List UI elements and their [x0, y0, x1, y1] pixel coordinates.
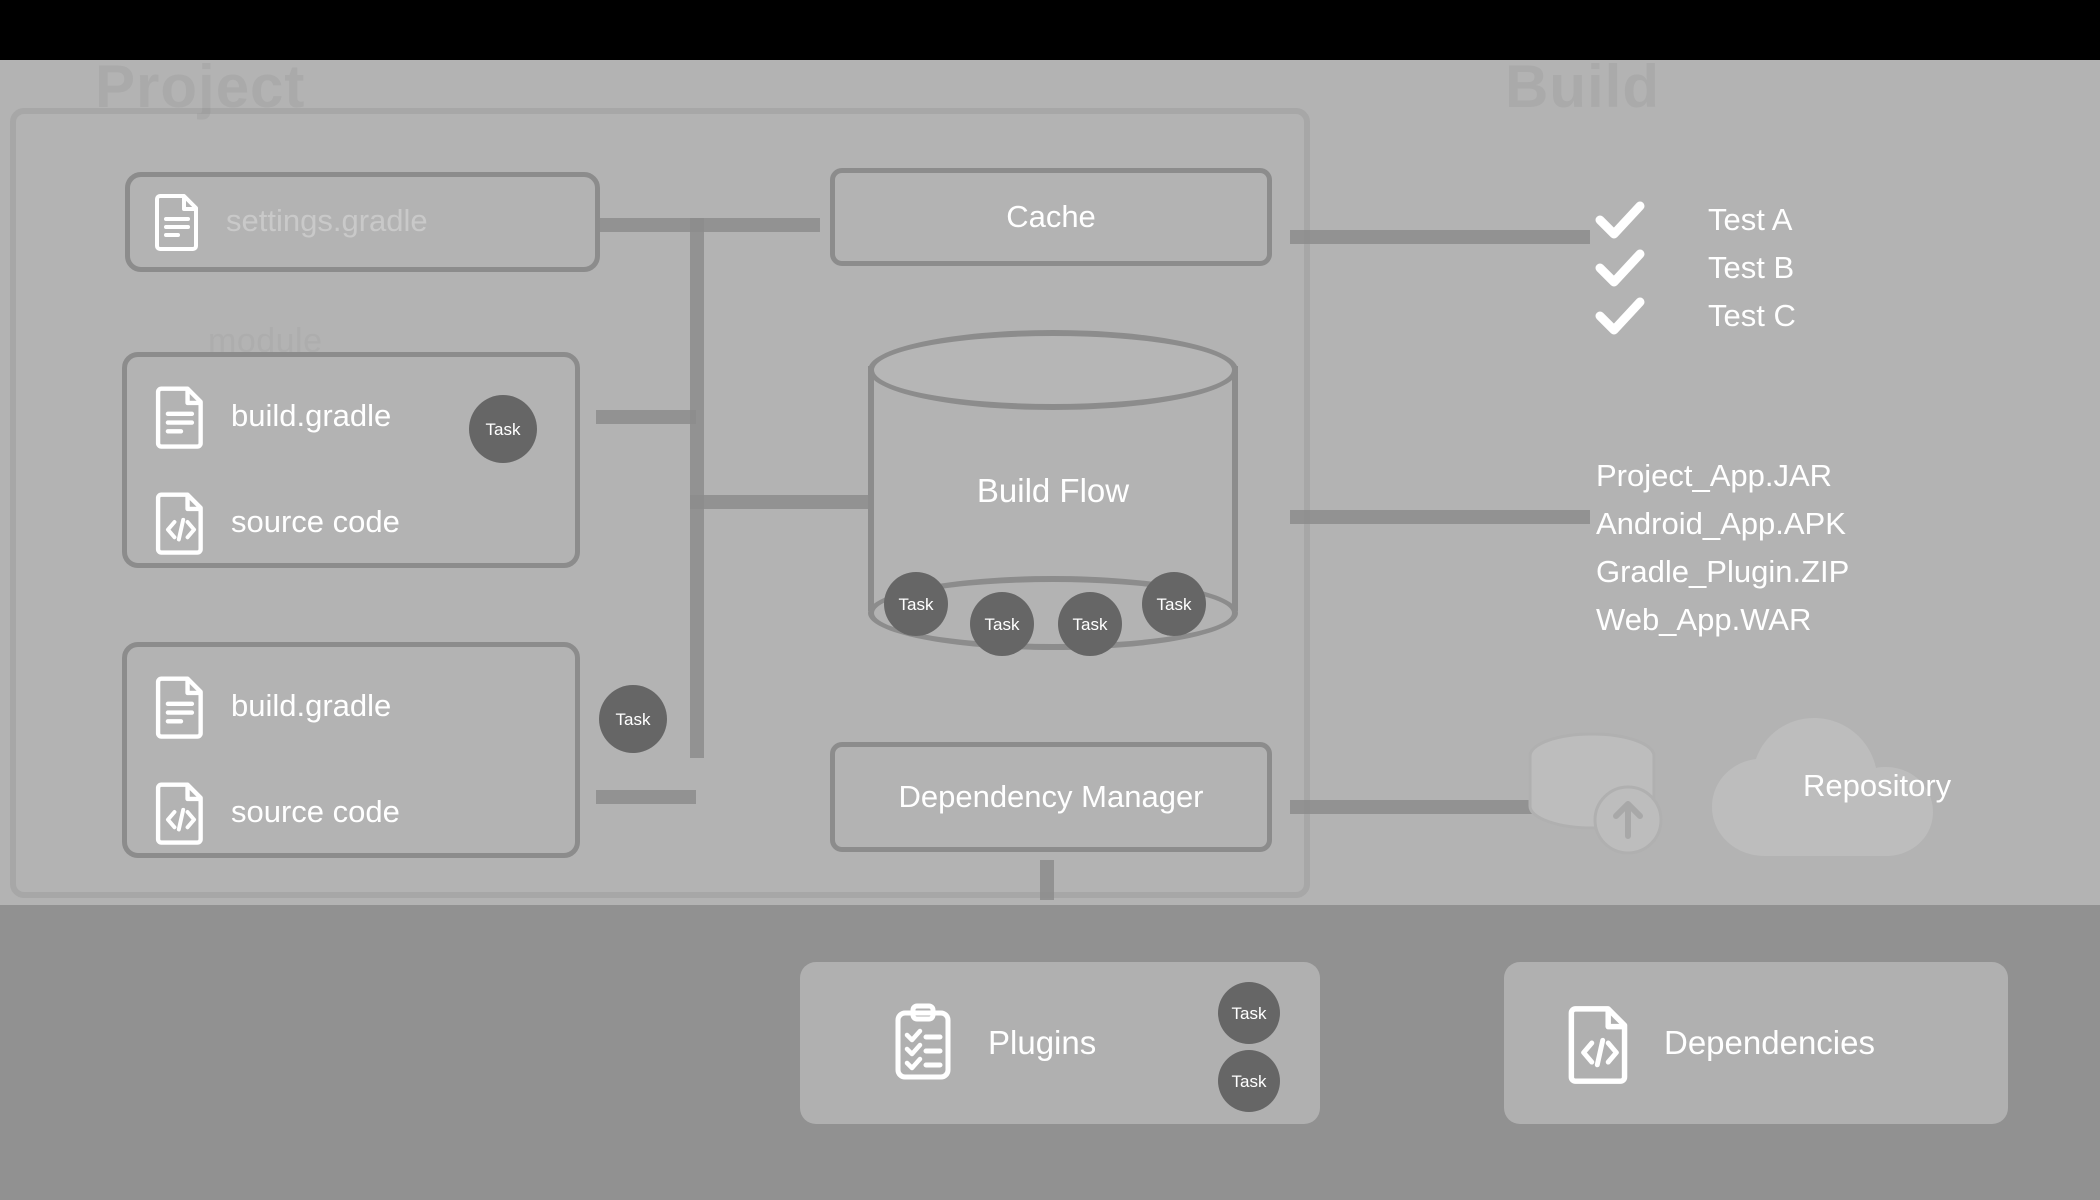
task-badge-label: Task — [898, 594, 934, 614]
plugins-task-2[interactable]: Task — [1218, 1050, 1280, 1112]
artifact-item: Project_App.JAR — [1596, 458, 1833, 493]
build-flow-task-2[interactable]: Task — [970, 592, 1034, 656]
build-title: Build — [1505, 53, 1660, 120]
artifact-item: Android_App.APK — [1596, 506, 1846, 541]
settings-gradle-card[interactable]: settings.gradle — [125, 172, 600, 272]
task-badge-label: Task — [485, 419, 521, 439]
test-row-b: Test B — [1595, 248, 1795, 288]
connector-module1-to-spine — [596, 410, 696, 424]
connector-vertical-spine — [690, 218, 704, 758]
connector-depmanager-to-repository — [1290, 800, 1550, 814]
task-badge-label: Task — [984, 614, 1020, 634]
plugins-task-1[interactable]: Task — [1218, 982, 1280, 1044]
module-card-1[interactable]: build.gradle source code Task — [122, 352, 580, 568]
cache-box[interactable]: Cache — [830, 168, 1272, 266]
connector-settings-to-cache — [600, 218, 820, 232]
module-1-source: source code — [231, 504, 400, 539]
plugins-card[interactable]: Plugins Task Task — [800, 962, 1320, 1124]
test-label: Test A — [1708, 202, 1793, 237]
test-row-a: Test A — [1595, 200, 1793, 240]
check-icon — [1595, 200, 1645, 240]
top-black-band — [0, 0, 2100, 60]
dependencies-label: Dependencies — [1664, 1024, 1875, 1061]
diagram-canvas: Project Build module settings.gradle bui… — [0, 0, 2100, 1200]
connector-depmanager-to-bottom — [1040, 860, 1054, 900]
build-flow-label: Build Flow — [976, 472, 1130, 509]
check-icon — [1595, 296, 1645, 336]
test-row-c: Test C — [1595, 296, 1796, 336]
code-file-icon — [155, 491, 205, 555]
artifact-item: Gradle_Plugin.ZIP — [1596, 554, 1850, 589]
settings-gradle-label: settings.gradle — [226, 203, 428, 238]
check-icon — [1595, 248, 1645, 288]
repository-label: Repository — [1803, 768, 1952, 803]
connector-cache-to-tests — [1290, 230, 1590, 244]
connector-module2-to-spine — [596, 790, 696, 804]
module-card-2[interactable]: build.gradle source code Task — [122, 642, 667, 858]
task-badge-label: Task — [1231, 1071, 1267, 1091]
connector-spine-to-buildflow — [690, 495, 870, 509]
task-badge-label: Task — [1072, 614, 1108, 634]
test-label: Test B — [1708, 250, 1795, 285]
document-icon — [155, 385, 205, 449]
build-flow-task-3[interactable]: Task — [1058, 592, 1122, 656]
build-flow-task-1[interactable]: Task — [884, 572, 948, 636]
code-file-icon — [155, 781, 205, 845]
test-label: Test C — [1708, 298, 1796, 333]
task-badge-label: Task — [615, 709, 651, 729]
module-2-build-file: build.gradle — [231, 688, 392, 723]
build-flow-task-4[interactable]: Task — [1142, 572, 1206, 636]
plugins-label: Plugins — [988, 1024, 1097, 1061]
module-1-build-file: build.gradle — [231, 398, 392, 433]
dependency-manager-label: Dependency Manager — [898, 779, 1204, 814]
dependency-manager-box[interactable]: Dependency Manager — [830, 742, 1272, 852]
task-badge-label: Task — [1231, 1003, 1267, 1023]
dependencies-card[interactable]: Dependencies — [1504, 962, 2008, 1124]
connector-buildflow-to-artifacts — [1290, 510, 1590, 524]
repository-group[interactable]: Repository — [1520, 710, 2020, 870]
module-2-task-badge[interactable]: Task — [599, 685, 667, 753]
database-upload-icon — [1520, 728, 1710, 858]
module-1-task-badge[interactable]: Task — [469, 395, 537, 463]
artifact-item: Web_App.WAR — [1596, 602, 1812, 637]
task-badge-label: Task — [1156, 594, 1192, 614]
clipboard-checklist-icon — [892, 1003, 954, 1082]
document-icon — [155, 193, 200, 251]
cylinder-top-ellipse — [868, 330, 1238, 410]
module-2-source: source code — [231, 794, 400, 829]
cache-label: Cache — [1006, 199, 1096, 234]
document-icon — [155, 675, 205, 739]
code-file-icon — [1568, 1004, 1630, 1084]
